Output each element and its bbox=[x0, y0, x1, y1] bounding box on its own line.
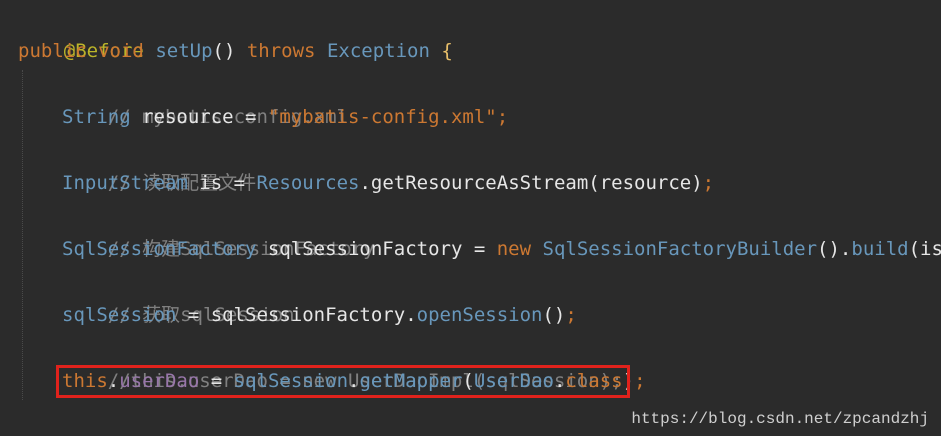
var-resource: resource bbox=[142, 106, 234, 128]
call-args: (is) bbox=[908, 238, 941, 260]
code-line-5: // 读取配置文件 bbox=[18, 134, 256, 194]
highlight-box bbox=[56, 365, 630, 398]
string-literal: "mybatis-config.xml" bbox=[267, 106, 497, 128]
code-line-4: String resource = "mybatis-config.xml"; bbox=[18, 101, 508, 134]
var-sqlsessionfactory-ref: sqlSessionFactory bbox=[210, 304, 406, 326]
code-line-10: sqlSession = sqlSessionFactory.openSessi… bbox=[18, 299, 577, 332]
code-line-13: } bbox=[18, 397, 75, 436]
type-sqlsessionfactory: SqlSessionFactory bbox=[62, 238, 257, 260]
field-sqlsession: sqlSession bbox=[62, 304, 177, 326]
keyword-public: public bbox=[18, 40, 87, 62]
var-is: is bbox=[199, 172, 223, 194]
code-line-6: InputStream is = Resources.getResourceAs… bbox=[18, 167, 714, 200]
call-chain: (). bbox=[817, 238, 852, 260]
call-args: (resource) bbox=[588, 172, 703, 194]
assign-op: = bbox=[176, 304, 211, 326]
watermark-url: https://blog.csdn.net/zpcandzhj bbox=[631, 410, 929, 428]
code-line-3: // mybatis-config.xml bbox=[18, 68, 348, 128]
code-line-8: SqlSessionFactory sqlSessionFactory = ne… bbox=[18, 233, 941, 266]
code-line-11: //this.userDao = new UserDaoImpl(sqlSess… bbox=[18, 332, 623, 392]
class-factory-builder: SqlSessionFactoryBuilder bbox=[542, 238, 818, 260]
exception-type: Exception bbox=[326, 40, 430, 62]
open-brace: { bbox=[441, 40, 453, 62]
semicolon: ; bbox=[496, 106, 509, 128]
assign-op: = bbox=[462, 238, 497, 260]
method-build: build bbox=[851, 238, 909, 260]
semicolon: ; bbox=[702, 172, 715, 194]
assign-op: = bbox=[233, 106, 268, 128]
assign-op: = bbox=[222, 172, 257, 194]
keyword-throws: throws bbox=[246, 40, 316, 62]
keyword-void: void bbox=[98, 40, 144, 62]
keyword-new: new bbox=[496, 238, 532, 260]
type-inputstream: InputStream bbox=[62, 172, 188, 194]
semicolon: ; bbox=[634, 370, 646, 392]
code-editor[interactable]: @Before public void setUp() throws Excep… bbox=[0, 0, 941, 436]
semicolon: ; bbox=[565, 304, 577, 326]
type-string: String bbox=[62, 106, 131, 128]
call-args: () bbox=[542, 304, 566, 326]
code-line-2: public void setUp() throws Exception { bbox=[18, 35, 453, 68]
method-open-session: openSession bbox=[416, 304, 543, 326]
code-line-7: // 构建SqlSessionFactory bbox=[18, 200, 375, 260]
code-line-9: // 获取sqlSession bbox=[18, 266, 295, 326]
method-parens: () bbox=[212, 40, 236, 62]
dot: . bbox=[359, 172, 371, 194]
class-resources: Resources bbox=[256, 172, 360, 194]
method-name-setup: setUp bbox=[155, 40, 213, 62]
code-line-1: @Before bbox=[18, 2, 144, 62]
var-sqlsessionfactory: sqlSessionFactory bbox=[267, 238, 463, 260]
method-get-resource: getResourceAsStream bbox=[370, 172, 589, 194]
dot: . bbox=[405, 304, 417, 326]
